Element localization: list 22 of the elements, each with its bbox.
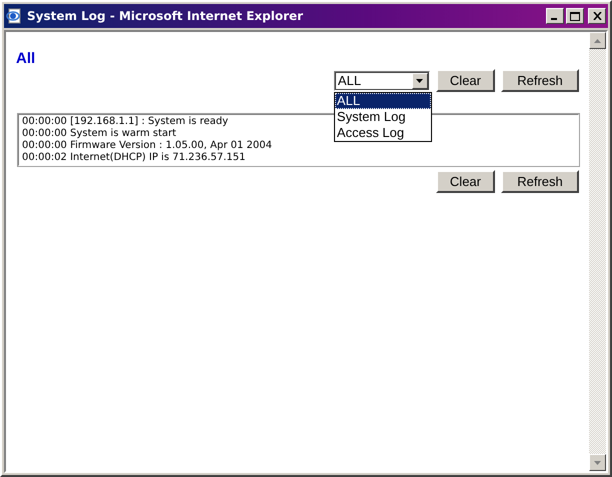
refresh-button[interactable]: Refresh — [501, 170, 579, 193]
refresh-button[interactable]: Refresh — [501, 69, 579, 92]
clear-button[interactable]: Clear — [436, 170, 495, 193]
scrollbar[interactable] — [589, 32, 606, 471]
log-line: 00:00:00 Firmware Version : 1.05.00, Apr 01 2004 — [22, 140, 272, 152]
log-line: 00:00:00 System is warm start — [22, 128, 176, 140]
browser-icon — [6, 8, 22, 24]
clear-button[interactable]: Clear — [436, 69, 495, 92]
log-line: 00:00:00 [192.168.1.1] : System is ready — [22, 116, 228, 128]
window-title: System Log - Microsoft Internet Explorer — [27, 9, 304, 23]
log-type-dropdown[interactable]: ALL — [334, 70, 430, 90]
log-line: 00:00:02 Internet(DHCP) IP is 71.236.57.151 — [22, 152, 246, 164]
maximize-icon — [570, 12, 580, 20]
scroll-up-icon[interactable] — [589, 32, 606, 49]
close-icon — [592, 12, 602, 20]
close-button[interactable] — [588, 8, 606, 24]
dropdown-option[interactable]: ALL — [334, 92, 431, 108]
minimize-button[interactable] — [546, 8, 564, 24]
dropdown-option[interactable]: Access Log — [334, 124, 431, 140]
scroll-down-icon[interactable] — [589, 454, 606, 471]
maximize-button[interactable] — [566, 8, 584, 24]
page-heading: All — [16, 50, 36, 67]
